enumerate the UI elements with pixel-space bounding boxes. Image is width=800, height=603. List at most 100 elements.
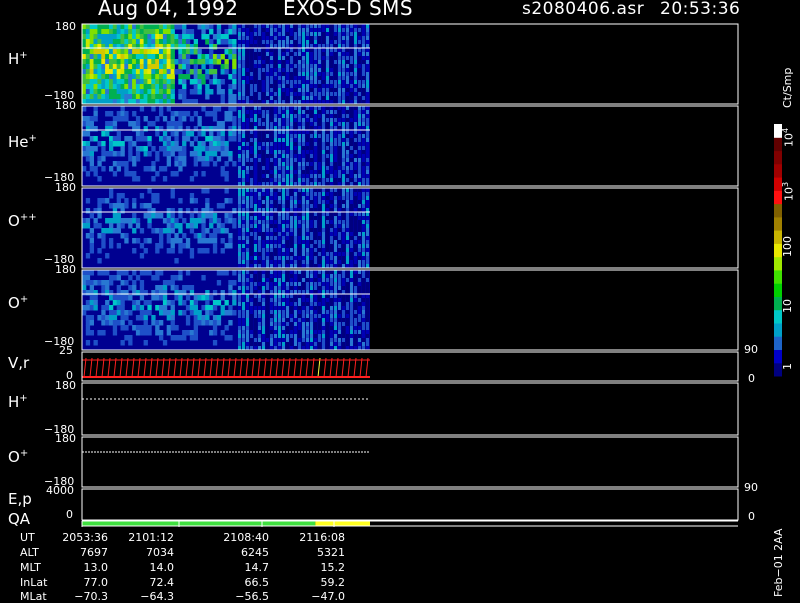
heatmap-stripe — [262, 236, 265, 241]
heatmap-stripe — [246, 106, 249, 111]
heatmap-stripe — [314, 170, 317, 175]
heatmap-stripe — [330, 260, 333, 265]
heatmap-stripe — [290, 338, 293, 343]
heatmap-cell — [212, 141, 218, 147]
heatmap-cell — [147, 24, 152, 30]
heatmap-cell — [189, 44, 195, 50]
heatmap-stripe — [362, 150, 365, 155]
heatmap-stripe — [306, 196, 309, 201]
heatmap-stripe — [270, 204, 273, 209]
heatmap-cell — [105, 39, 110, 45]
heatmap-stripe — [354, 92, 357, 97]
heatmap-cell — [93, 166, 98, 172]
heatmap-cell — [232, 59, 237, 65]
heatmap-cell — [220, 310, 225, 316]
heatmap-stripe — [350, 232, 353, 237]
heatmap-stripe — [278, 110, 281, 115]
heatmap-stripe — [338, 154, 341, 159]
heatmap-stripe — [246, 146, 249, 151]
heatmap-cell — [93, 223, 98, 229]
heatmap-cell — [228, 305, 233, 311]
rtick-ep-max: 90 — [744, 481, 758, 494]
heatmap-stripe — [294, 166, 297, 171]
heatmap-stripe — [238, 154, 241, 159]
heatmap-stripe — [338, 204, 341, 209]
heatmap-stripe — [338, 260, 341, 265]
heatmap-stripe — [342, 306, 345, 311]
heatmap-stripe — [246, 286, 249, 291]
heatmap-cell — [178, 34, 183, 40]
heatmap-cell — [220, 166, 225, 172]
heatmap-cell — [174, 59, 179, 65]
heatmap-cell — [135, 126, 141, 132]
heatmap-stripe — [318, 286, 321, 291]
heatmap-stripe — [250, 282, 253, 287]
heatmap-stripe — [258, 252, 261, 257]
heatmap-stripe — [358, 64, 361, 69]
heatmap-stripe — [262, 178, 265, 183]
heatmap-stripe — [334, 150, 337, 155]
heatmap-stripe — [294, 142, 297, 147]
heatmap-stripe — [266, 248, 269, 253]
heatmap-stripe — [366, 170, 369, 175]
heatmap-stripe — [314, 240, 317, 245]
heatmap-stripe — [362, 282, 365, 287]
heatmap-stripe — [258, 192, 261, 197]
heatmap-stripe — [330, 224, 333, 229]
heatmap-stripe — [274, 248, 277, 253]
heatmap-stripe — [366, 56, 369, 61]
heatmap-stripe — [266, 134, 269, 139]
heatmap-stripe — [362, 224, 365, 229]
heatmap-cell — [209, 24, 214, 30]
heatmap-stripe — [278, 342, 281, 347]
heatmap-cell — [155, 69, 160, 75]
heatmap-stripe — [338, 174, 341, 179]
heatmap-cell — [170, 146, 175, 152]
heatmap-stripe — [298, 142, 301, 147]
heatmap-stripe — [354, 60, 357, 65]
heatmap-stripe — [298, 130, 301, 135]
heatmap-stripe — [282, 32, 285, 37]
heatmap-stripe — [242, 178, 245, 183]
heatmap-stripe — [254, 342, 257, 347]
heatmap-cell — [155, 228, 160, 234]
heatmap-stripe — [274, 174, 277, 179]
heatmap-cell — [185, 320, 191, 326]
heatmap-cell — [189, 141, 195, 147]
heatmap-cell — [112, 69, 118, 75]
heatmap-cell — [232, 131, 237, 137]
heatmap-cell — [124, 24, 129, 30]
heatmap-stripe — [350, 244, 353, 249]
heatmap-stripe — [246, 24, 249, 29]
velocity-trace — [185, 357, 189, 378]
heatmap-stripe — [330, 330, 333, 335]
heatmap-stripe — [246, 130, 249, 135]
heatmap-cell — [139, 69, 145, 75]
heatmap-stripe — [242, 196, 245, 201]
heatmap-stripe — [270, 138, 273, 143]
heatmap-stripe — [266, 322, 269, 327]
heatmap-cell — [209, 39, 214, 45]
heatmap-stripe — [246, 40, 249, 45]
heatmap-stripe — [306, 232, 309, 237]
heatmap-cell — [166, 248, 171, 254]
heatmap-stripe — [290, 278, 293, 283]
heatmap-cell — [139, 146, 145, 152]
heatmap-cell — [93, 54, 98, 60]
heatmap-stripe — [302, 76, 305, 81]
heatmap-stripe — [354, 84, 357, 89]
heatmap-stripe — [286, 224, 289, 229]
heatmap-cell — [139, 305, 145, 311]
heatmap-stripe — [350, 56, 353, 61]
heatmap-cell — [232, 79, 237, 85]
heatmap-stripe — [278, 298, 281, 303]
heatmap-stripe — [318, 32, 321, 37]
heatmap-cell — [170, 188, 175, 194]
heatmap-stripe — [306, 80, 309, 85]
heatmap-stripe — [334, 68, 337, 73]
heatmap-cell — [89, 243, 94, 249]
heatmap-stripe — [286, 220, 289, 225]
heatmap-stripe — [306, 64, 309, 69]
heatmap-stripe — [274, 96, 277, 101]
heatmap-stripe — [250, 322, 253, 327]
